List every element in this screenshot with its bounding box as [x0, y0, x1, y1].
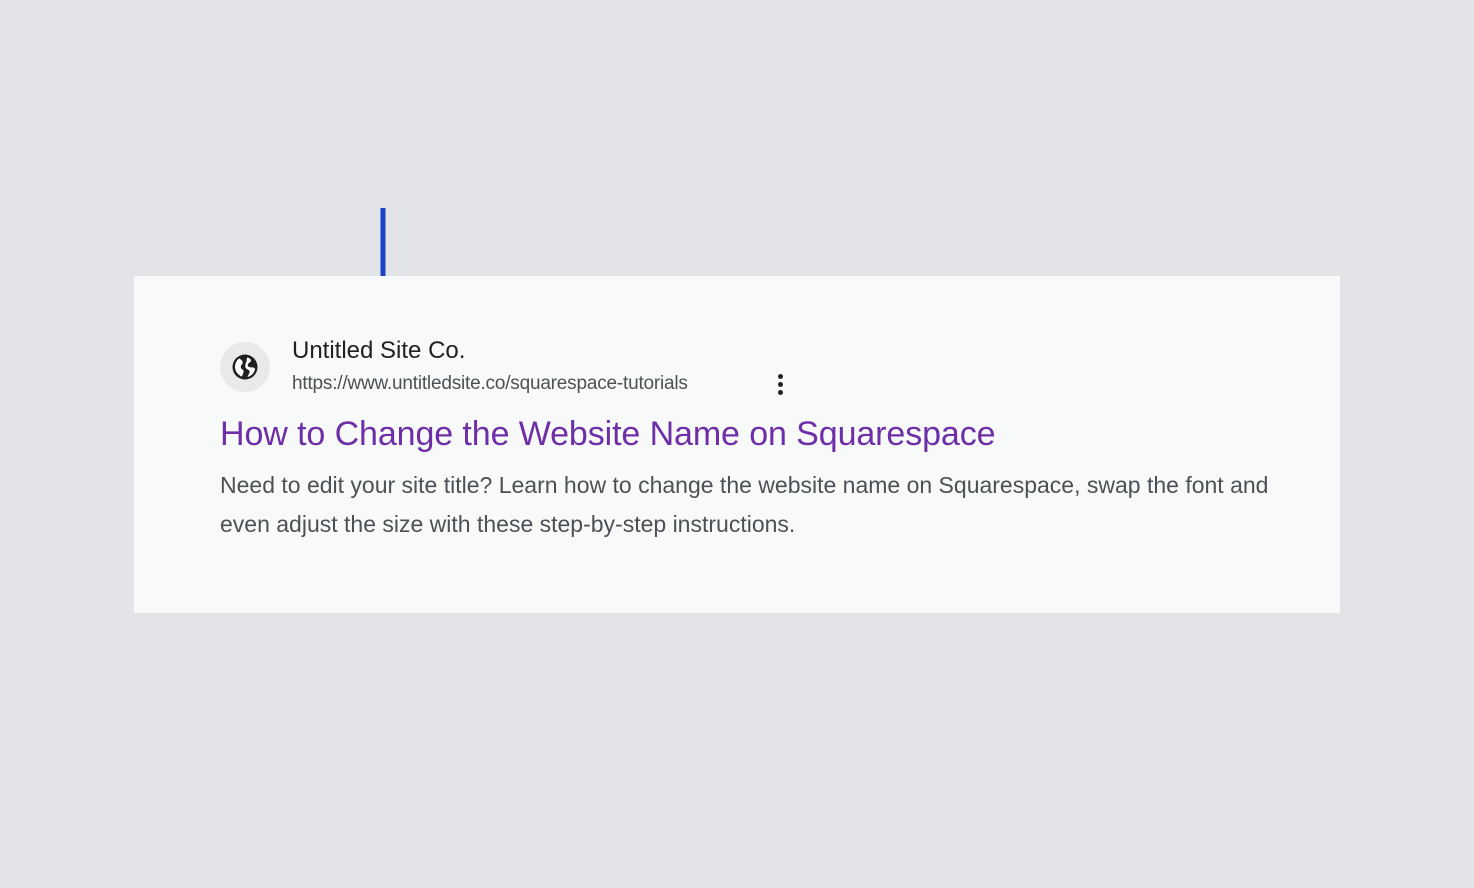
site-favicon[interactable]: [220, 342, 270, 392]
site-url[interactable]: https://www.untitledsite.co/squarespace-…: [292, 372, 688, 396]
more-vertical-icon: [777, 373, 783, 379]
result-snippet: Need to edit your site title? Learn how …: [220, 472, 1269, 537]
more-options-button[interactable]: [768, 370, 792, 398]
search-result-card: Untitled Site Co. https://www.untitledsi…: [134, 276, 1340, 613]
result-title-link[interactable]: How to Change the Website Name on Square…: [220, 412, 996, 456]
site-name: Untitled Site Co.: [292, 337, 466, 364]
globe-icon: [232, 354, 258, 380]
